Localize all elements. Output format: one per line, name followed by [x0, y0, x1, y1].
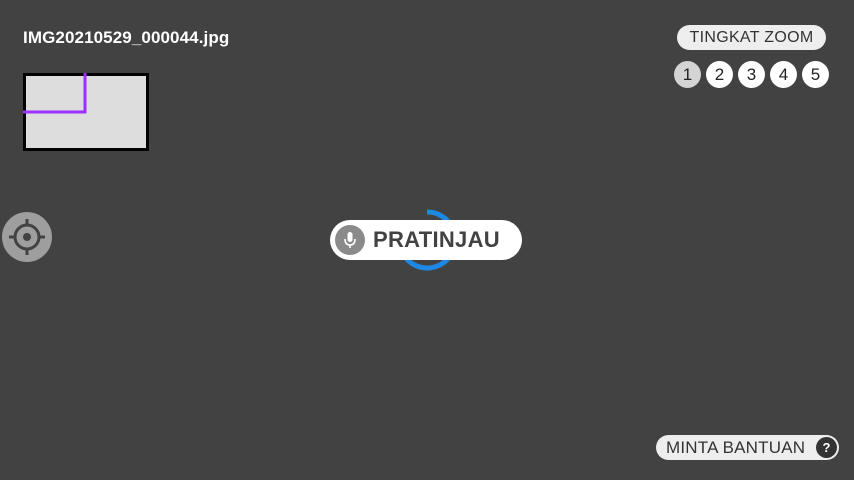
help-label: MINTA BANTUAN — [666, 438, 806, 457]
zoom-level-4[interactable]: 4 — [770, 61, 797, 88]
minimap[interactable] — [23, 73, 149, 151]
recenter-button[interactable] — [2, 212, 52, 262]
zoom-level-label: TINGKAT ZOOM — [677, 25, 826, 50]
file-name: IMG20210529_000044.jpg — [23, 28, 230, 47]
zoom-level-1[interactable]: 1 — [674, 61, 701, 88]
crosshair-icon — [9, 219, 45, 255]
preview-button[interactable]: PRATINJAU — [330, 220, 522, 260]
zoom-level-3[interactable]: 3 — [738, 61, 765, 88]
mic-icon — [335, 225, 365, 255]
help-button[interactable]: MINTA BANTUAN ? — [656, 435, 839, 460]
zoom-level-selector: 1 2 3 4 5 — [674, 61, 829, 88]
question-mark-icon: ? — [816, 437, 837, 458]
preview-label: PRATINJAU — [373, 227, 500, 252]
minimap-viewport-marker — [23, 73, 87, 114]
viewer-stage[interactable]: IMG20210529_000044.jpg TINGKAT ZOOM 1 2 … — [0, 0, 854, 480]
zoom-level-2[interactable]: 2 — [706, 61, 733, 88]
zoom-level-5[interactable]: 5 — [802, 61, 829, 88]
